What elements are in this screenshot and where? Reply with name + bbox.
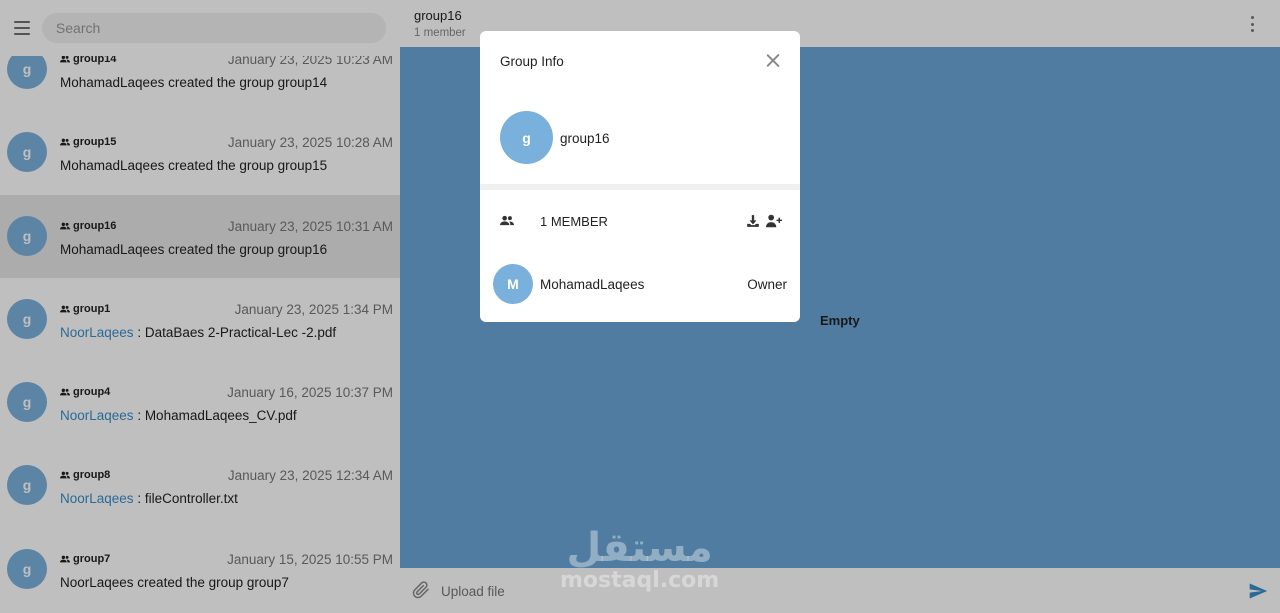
member-avatar: M xyxy=(493,264,533,304)
group-name: group16 xyxy=(560,131,610,146)
member-name: MohamadLaqees xyxy=(540,277,645,292)
members-count-label: 1 MEMBER xyxy=(540,214,608,229)
mostaql-watermark: مستقل mostaql.com xyxy=(560,528,719,592)
group-avatar: g xyxy=(500,111,553,164)
group-info-modal: Group Info g group16 1 MEMBER M MohamadLa… xyxy=(480,31,800,322)
add-user-icon[interactable] xyxy=(766,214,782,228)
watermark-arabic: مستقل xyxy=(566,525,713,571)
download-icon[interactable] xyxy=(746,214,760,228)
members-icon xyxy=(500,215,514,226)
member-role-badge: Owner xyxy=(747,277,787,292)
close-icon[interactable] xyxy=(766,53,780,67)
modal-divider xyxy=(480,184,800,190)
watermark-latin: mostaql.com xyxy=(560,568,720,593)
modal-title: Group Info xyxy=(500,54,564,69)
